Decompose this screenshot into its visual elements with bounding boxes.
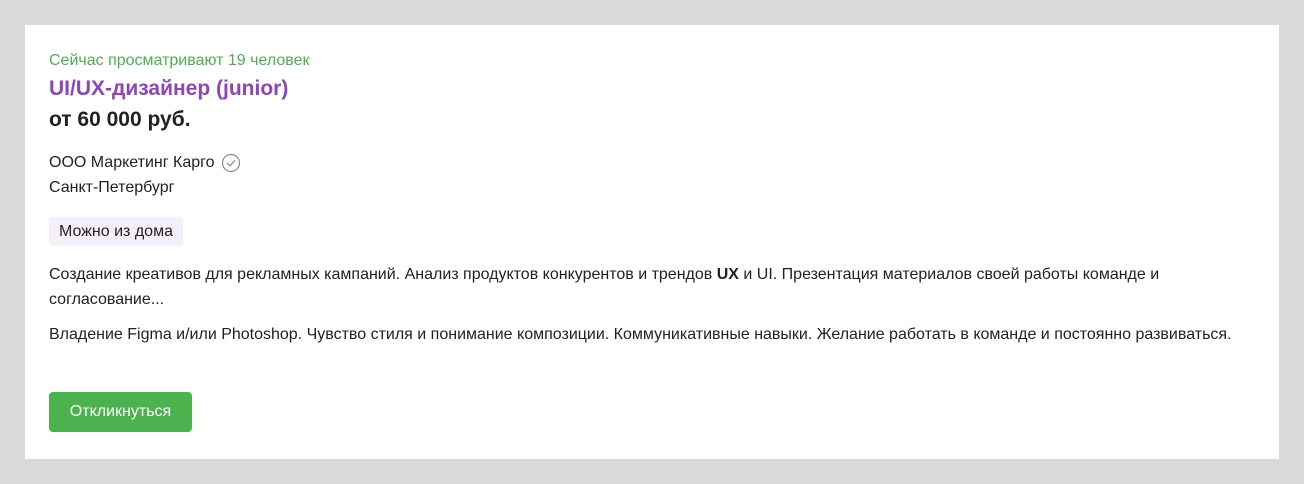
company-row: ООО Маркетинг Карго (49, 153, 241, 173)
company-name-link[interactable]: ООО Маркетинг Карго (49, 153, 215, 173)
description-text-1: Создание креативов для рекламных кампани… (49, 266, 717, 283)
check-circle-icon (221, 153, 241, 173)
vacancy-title-link[interactable]: UI/UX-дизайнер (junior) (49, 76, 288, 102)
apply-button[interactable]: Откликнуться (49, 392, 192, 432)
description-highlight: UX (716, 266, 739, 283)
vacancy-card: Сейчас просматривают 19 человек UI/UX-ди… (25, 25, 1279, 459)
city: Санкт-Петербург (49, 179, 175, 196)
remote-work-tag: Можно из дома (49, 217, 183, 246)
viewers-count: Сейчас просматривают 19 человек (49, 52, 310, 69)
vacancy-requirements: Владение Figma и/или Photoshop. Чувство … (49, 326, 1232, 343)
vacancy-description: Создание креативов для рекламных кампани… (49, 262, 1259, 312)
salary: от 60 000 руб. (49, 108, 191, 131)
